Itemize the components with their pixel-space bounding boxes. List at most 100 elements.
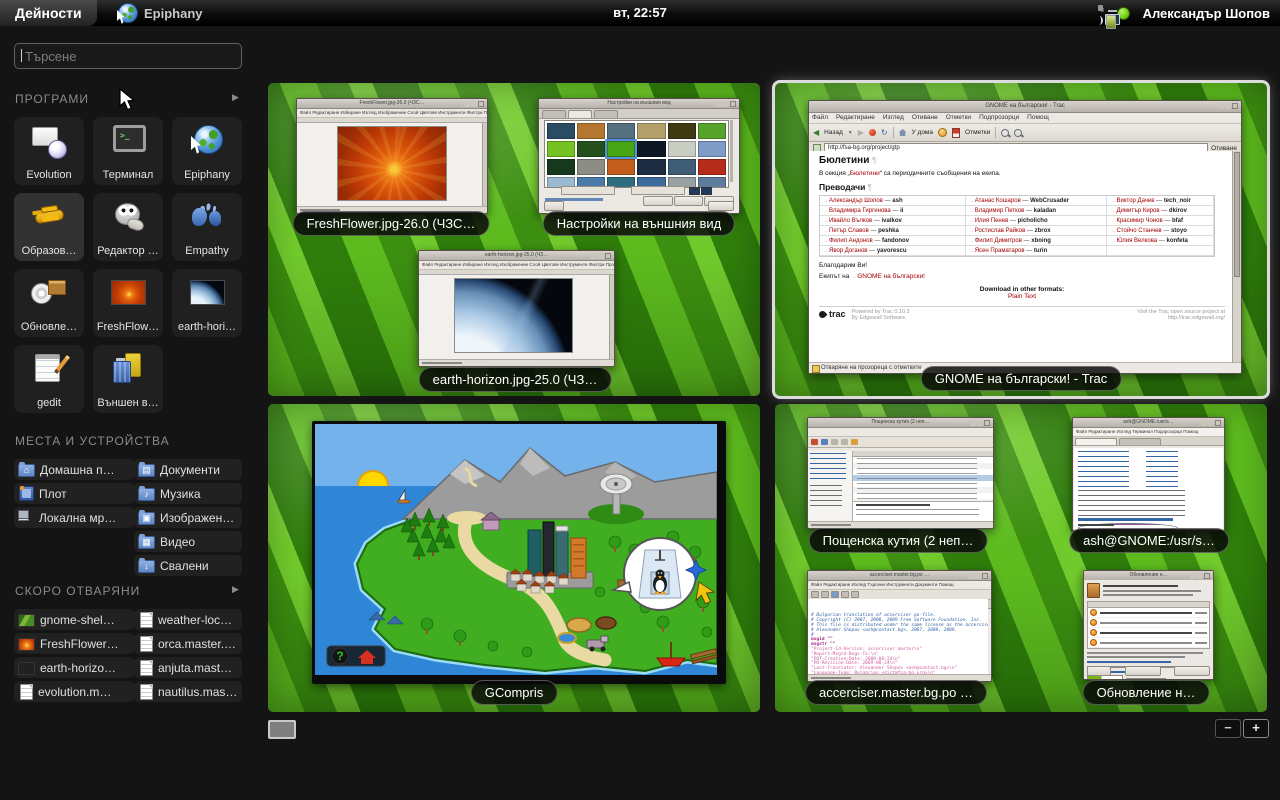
activities-button[interactable]: Дейности — [0, 0, 97, 26]
recent-item[interactable]: earth-horizo… — [14, 657, 134, 678]
app-tile[interactable]: Образов… — [14, 193, 84, 261]
place-item[interactable]: Видео — [134, 531, 242, 552]
recent-item[interactable]: orca.master.… — [134, 633, 242, 654]
translator-nick: picholicho — [1008, 218, 1047, 224]
programs-expander-icon[interactable]: ▶ — [232, 92, 239, 103]
folder-sidebar — [808, 451, 853, 522]
place-label: Музика — [160, 487, 201, 501]
programs-section-title: ПРОГРАМИ — [15, 92, 89, 106]
translator-cell: Владимир Петковkaladan — [966, 206, 1108, 216]
window-gcompris[interactable]: ? — [312, 421, 726, 684]
wallpaper-thumbnail — [668, 123, 696, 139]
wallpaper-thumbnail — [668, 159, 696, 175]
style-dropdown — [561, 186, 615, 195]
gcompris-scene: ? — [315, 424, 717, 675]
translator-nick: dkirov — [1160, 208, 1187, 214]
window-gimp-freshflower[interactable]: FreshFlower.jpg-26.0 (ЧЗС… Файл Редактир… — [296, 98, 488, 214]
recent-expander-icon[interactable]: ▶ — [232, 584, 239, 595]
app-tile[interactable]: Evolution — [14, 117, 84, 185]
window-titlebar: Пощенска кутия (2 неп… — [808, 418, 993, 428]
recent-item[interactable]: evolution.m… — [14, 681, 134, 702]
ls-output-names — [1078, 451, 1129, 487]
window-titlebar: ash@GNOME:/usr/s… — [1073, 418, 1224, 428]
app-tile[interactable]: FreshFlow… — [93, 269, 163, 337]
translator-nick: ivalkov — [872, 218, 902, 224]
window-terminal[interactable]: ash@GNOME:/usr/s… Файл Редактиране Изгле… — [1072, 417, 1225, 531]
app-label: Evolution — [14, 169, 84, 181]
wallpaper-thumbnail — [547, 141, 575, 157]
recent-item[interactable]: nautilus.mas… — [134, 681, 242, 702]
thanks-text: Благодарим Ви! — [819, 262, 1225, 269]
translator-cell: Ивайло Вълковivalkov — [820, 216, 966, 226]
app-tile[interactable]: Външен в… — [93, 345, 163, 413]
place-item[interactable]: Домашна п… — [14, 459, 134, 480]
translator-cell: Ростислав Райковzbrox — [966, 226, 1108, 236]
recent-item[interactable]: weather-loc… — [134, 609, 242, 630]
menu-item: Отиване — [912, 113, 938, 123]
translator-nick: ash — [883, 198, 903, 204]
translator-nick: kaladan — [1024, 208, 1056, 214]
place-item[interactable]: Плот — [14, 483, 134, 504]
recent-item[interactable]: FreshFlower… — [14, 633, 134, 654]
app-tile[interactable]: Обновле… — [14, 269, 84, 337]
gcompris-icon — [29, 198, 69, 236]
wallpaper-thumbnail — [607, 123, 635, 139]
trac-footer: trac Powered by Trac 0.10.3By Edgewall S… — [819, 306, 1225, 321]
window-update-manager[interactable]: Обновление н… — [1083, 570, 1214, 680]
back-icon: ◀ — [813, 128, 819, 137]
translator-cell: Илия Пеневpicholicho — [966, 216, 1108, 226]
gimp-canvas — [419, 275, 614, 360]
mouse-cursor — [119, 88, 138, 112]
window-appearance-prefs[interactable]: Настройки на външния вид — [538, 98, 740, 214]
forward-icon — [841, 439, 848, 445]
window-gimp-earthhorizon[interactable]: earth-horizon.jpg-25.0 (ЧЗ… Файл Редакти… — [418, 250, 615, 367]
window-titlebar: accerciser.master.bg.po … — [808, 571, 991, 581]
app-tile[interactable]: gedit — [14, 345, 84, 413]
app-label: gedit — [14, 397, 84, 409]
app-menu[interactable]: Epiphany — [118, 0, 203, 26]
app-tile[interactable]: Редактор … — [93, 193, 163, 261]
remove-workspace-button[interactable]: − — [1215, 719, 1241, 738]
menu-item: Отметки — [946, 113, 971, 123]
flower-image — [337, 126, 447, 202]
place-item[interactable]: Музика — [134, 483, 242, 504]
workspace-4[interactable]: Пощенска кутия (2 неп… — [775, 404, 1267, 712]
update-manager-body — [1084, 580, 1213, 679]
workspace-1[interactable]: FreshFlower.jpg-26.0 (ЧЗС… Файл Редактир… — [268, 83, 760, 396]
gimp-statusbar — [419, 359, 614, 366]
recent-item[interactable]: gnome-shel… — [14, 609, 134, 630]
search-input[interactable] — [23, 45, 237, 67]
window-gedit-po[interactable]: accerciser.master.bg.po … Файл Редактира… — [807, 570, 992, 682]
app-tile[interactable]: Терминал — [93, 117, 163, 185]
message-headers — [856, 509, 979, 519]
app-tile[interactable]: Empathy — [172, 193, 242, 261]
folder-pictures-icon — [138, 512, 155, 525]
user-menu[interactable]: Александър Шопов — [1143, 6, 1270, 21]
empathy-icon — [187, 198, 227, 236]
recent-right-column: weather-loc… orca.master.… anjuta.mast… … — [134, 609, 242, 705]
message-area — [853, 451, 993, 522]
place-item[interactable]: Свалени — [134, 555, 242, 576]
network2-icon — [18, 511, 34, 525]
workspace-3[interactable]: ? GCompris — [268, 404, 760, 712]
new-mail-icon — [811, 439, 818, 445]
update-row — [1088, 608, 1209, 618]
translator-cell: Атанас КошаровWebCrusader — [966, 196, 1108, 206]
app-tile[interactable]: Epiphany — [172, 117, 242, 185]
place-item[interactable]: Локална мр… — [14, 507, 134, 528]
app-label: FreshFlow… — [93, 321, 163, 333]
evolution-icon — [29, 122, 69, 160]
app-label: Терминал — [93, 169, 163, 181]
workspace-2-active[interactable]: GNOME на български! - Trac ФайлРедактира… — [775, 83, 1267, 396]
app-menu-label: Epiphany — [144, 6, 203, 21]
window-epiphany-trac[interactable]: GNOME на български! - Trac ФайлРедактира… — [808, 100, 1242, 374]
window-evolution-mail[interactable]: Пощенска кутия (2 неп… — [807, 417, 994, 529]
translators-table: Александър Шоповash Атанас КошаровWebCru… — [819, 195, 1215, 257]
place-item[interactable]: Изображен… — [134, 507, 242, 528]
place-item[interactable]: Документи — [134, 459, 242, 480]
app-tile[interactable]: earth-hori… — [172, 269, 242, 337]
workspace-pager[interactable] — [268, 720, 296, 739]
add-workspace-button[interactable]: + — [1243, 719, 1269, 738]
top-bar: вт, 22:57 Дейности Epiphany Александър Ш… — [0, 0, 1280, 26]
recent-item[interactable]: anjuta.mast… — [134, 657, 242, 678]
